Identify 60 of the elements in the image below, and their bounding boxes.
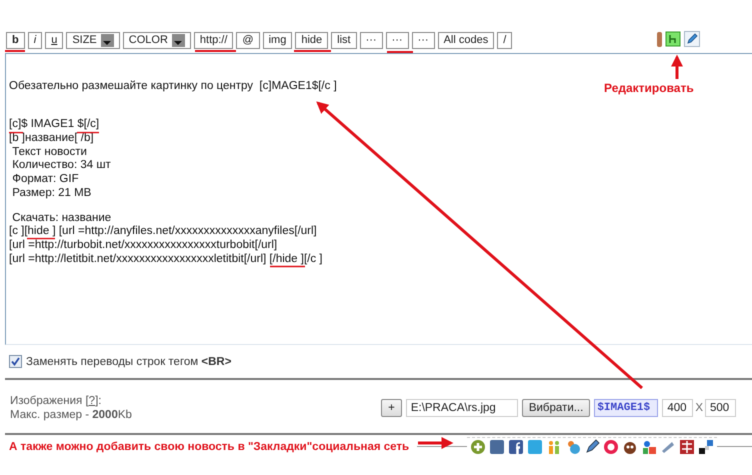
grid-icon[interactable]	[679, 439, 696, 455]
format-button[interactable]: http://	[194, 32, 234, 48]
pencil-icon[interactable]	[684, 31, 700, 47]
height-field[interactable]: 500	[705, 399, 736, 417]
format-button[interactable]: b	[6, 32, 25, 48]
format-button[interactable]: /	[497, 32, 512, 48]
editor-line: Скачать: название	[11, 212, 112, 224]
format-button[interactable]: ···	[386, 32, 409, 48]
format-button[interactable]: u	[45, 32, 64, 48]
format-button[interactable]: list	[331, 32, 357, 48]
format-button[interactable]: ···	[360, 32, 383, 48]
annotation-label: Редактировать	[604, 81, 694, 95]
annotation-underline	[27, 238, 55, 240]
arrow	[418, 437, 454, 449]
animal-face-icon[interactable]	[622, 439, 638, 455]
editor-line: [c ][hide ] [url =http://anyfiles.net/xxxxxxxxxxxxxxanyfiles[/url]	[9, 226, 317, 238]
bookmarks-note: А также можно добавить свою новость в "Закладки"социальная сеть	[9, 440, 410, 452]
help-link[interactable]: ?	[88, 395, 96, 407]
format-button[interactable]: hide	[295, 32, 328, 48]
editor-line: [url =http://letitbit.net/xxxxxxxxxxxxxxxxxletitbit[/url] [/hide ][/c ]	[9, 254, 322, 265]
browse-button[interactable]: Вибрати...	[522, 399, 590, 417]
editor-line: [c]$ IMAGE1 $[/c]	[9, 119, 100, 130]
annotation-underline	[195, 50, 236, 52]
image-tag-field[interactable]: $IMAGE1$	[594, 399, 658, 417]
arrow	[671, 54, 683, 79]
editor-line: Текст новости	[11, 146, 87, 158]
handle-icon[interactable]	[657, 32, 662, 46]
format-button[interactable]: ···	[412, 32, 435, 48]
format-button[interactable]: @	[236, 32, 260, 48]
dropdown[interactable]: COLOR	[122, 32, 191, 48]
width-field[interactable]: 400	[662, 399, 694, 417]
dropdown[interactable]: SIZE	[66, 32, 120, 48]
square-icon[interactable]	[489, 439, 506, 455]
times-sign: X	[695, 402, 703, 414]
editor-line: Размер: 21 MB	[11, 188, 92, 199]
checkbox-label: Заменять переводы строк тегом <BR>	[26, 356, 232, 368]
squares-icon[interactable]	[698, 439, 714, 455]
annotation-underline	[387, 51, 413, 53]
format-button[interactable]: All codes	[438, 32, 494, 48]
annotation-underline	[9, 132, 23, 134]
max-size-text: Макс. размер - 2000Kb	[10, 408, 132, 422]
images-label: Изображения [?]:	[10, 394, 102, 408]
editor-line: Обезательно размешайте картинку по центру [c]MAGE1$[/c ]	[9, 81, 337, 92]
shapes-icon[interactable]	[641, 439, 658, 455]
file-path-field[interactable]: E:\PRACA\rs.jpg	[406, 399, 518, 417]
editor-line: Количество: 34 шт	[11, 160, 111, 172]
format-button[interactable]: img	[262, 32, 292, 48]
plus-icon[interactable]	[470, 439, 486, 455]
editor-line: [url =http://turbobit.net/xxxxxxxxxxxxxxxxturbobit[/url]	[9, 240, 278, 251]
pencil-icon[interactable]	[584, 439, 600, 455]
format-button[interactable]: i	[28, 32, 42, 48]
h-square-icon[interactable]	[665, 31, 681, 47]
editor-line: Формат: GIF	[11, 174, 79, 186]
annotation-underline	[77, 132, 99, 134]
annotation-underline	[270, 266, 305, 268]
annotation-underline	[294, 50, 331, 52]
f-logo-icon[interactable]	[508, 439, 524, 455]
checkbox[interactable]	[9, 355, 22, 368]
add-button[interactable]: +	[381, 399, 402, 417]
annotation-underline	[5, 50, 25, 52]
